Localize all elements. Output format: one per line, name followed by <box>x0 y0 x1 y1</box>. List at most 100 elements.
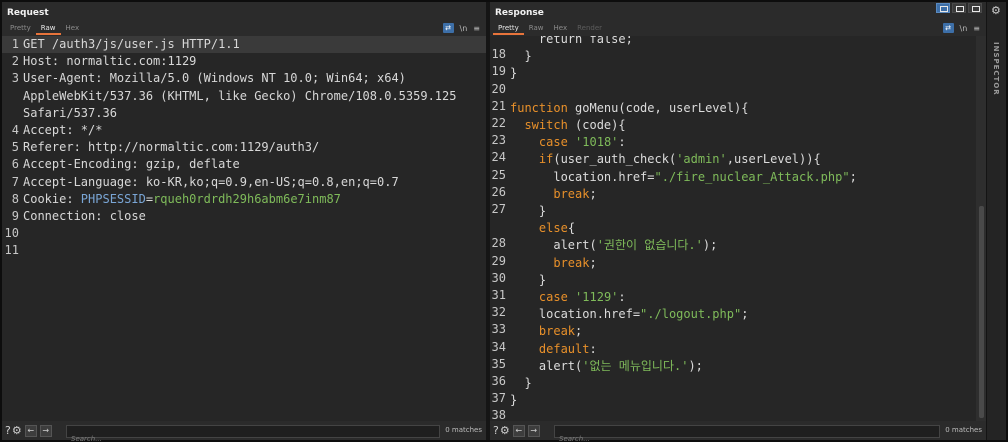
line-number: 19 <box>491 64 506 79</box>
request-line: 11 <box>2 242 486 259</box>
inspector-panel: ⚙ INSPECTOR <box>986 2 1006 440</box>
line-number: 32 <box>491 305 506 320</box>
line-number: 24 <box>491 150 506 165</box>
code-line: location.href="./logout.php"; <box>508 304 749 322</box>
code-string: '권한이 없습니다.' <box>596 238 703 253</box>
response-match-count: 0 matches <box>945 426 982 434</box>
line-number: 37 <box>491 391 506 406</box>
line-text: Safari/537.36 <box>23 105 117 120</box>
show-newlines-icon[interactable]: \n <box>960 23 968 34</box>
tab-hex[interactable]: Hex <box>61 23 85 35</box>
line-number: 33 <box>491 322 506 337</box>
tab-pretty[interactable]: Pretty <box>493 23 524 35</box>
code-text: ); <box>688 358 703 373</box>
tab-render[interactable]: Render <box>572 23 607 35</box>
code-text: ; <box>575 324 583 339</box>
layout-stacked-button[interactable] <box>952 3 966 13</box>
request-line: 10 <box>2 225 486 242</box>
response-scrollbar[interactable] <box>976 36 986 421</box>
inspector-settings-icon[interactable]: ⚙ <box>991 4 1001 17</box>
line-number <box>2 88 20 105</box>
code-text: } <box>510 272 547 287</box>
line-number: 27 <box>491 202 506 216</box>
code-line: } <box>508 63 517 80</box>
next-match-arrow-icon[interactable]: → <box>527 425 540 437</box>
cookie-value: rqueh0rdrdh29h6abm6e7inm87 <box>153 191 341 206</box>
code-text: ; <box>589 186 597 201</box>
response-search-input[interactable] <box>555 433 939 442</box>
line-number: 36 <box>491 374 506 388</box>
line-number: 3 <box>11 71 19 86</box>
prev-match-arrow-icon[interactable]: ← <box>24 425 37 437</box>
help-icon[interactable]: ? <box>5 424 11 438</box>
menu-icon[interactable]: ≡ <box>473 23 480 34</box>
next-match-arrow-icon[interactable]: → <box>39 425 52 437</box>
code-text: } <box>510 376 532 390</box>
response-line: 38 <box>490 407 974 421</box>
show-newlines-icon[interactable]: \n <box>460 23 468 34</box>
line-number <box>2 105 20 122</box>
line-text: Accept: */* <box>23 123 103 137</box>
response-line: 18 } <box>490 46 974 63</box>
code-keyword: break <box>553 186 590 201</box>
request-line: 5 Referer: http://normaltic.com:1129/auth… <box>2 139 486 156</box>
code-keyword: default <box>538 341 590 356</box>
response-line: 27 } <box>490 201 974 218</box>
inspector-label[interactable]: INSPECTOR <box>992 42 1000 96</box>
line-number: 2 <box>11 54 19 69</box>
wrap-lines-icon[interactable]: ⇄ <box>942 23 954 33</box>
code-line: location.href="./fire_nuclear_Attack.php… <box>508 167 856 184</box>
response-line: 21 function goMenu(code, userLevel){ <box>490 98 974 115</box>
line-text: Referer: http://normaltic.com:1129/auth3… <box>23 140 320 155</box>
settings-gear-icon[interactable]: ⚙ <box>500 424 510 438</box>
code-text: ; <box>741 307 749 322</box>
line-number: 38 <box>491 408 506 421</box>
response-scroll-thumb[interactable] <box>979 206 984 418</box>
code-keyword: break <box>553 255 590 270</box>
code-text: (user_auth_check( <box>553 152 677 167</box>
line-text <box>20 225 23 242</box>
line-number: 7 <box>11 174 19 189</box>
code-line: } <box>508 390 517 407</box>
code-string: '없는 메뉴입니다.' <box>582 358 689 373</box>
tab-raw[interactable]: Raw <box>35 23 61 35</box>
menu-icon[interactable]: ≡ <box>973 23 980 34</box>
response-line: 34 default: <box>490 339 974 356</box>
line-number: 8 <box>11 191 19 206</box>
request-search-input[interactable] <box>67 433 439 442</box>
line-text: Cookie: <box>23 191 81 206</box>
request-search-box <box>66 425 440 442</box>
tab-hex[interactable]: Hex <box>549 23 573 35</box>
response-editor[interactable]: 38 37} 36 } 35 alert('없는 메뉴입니다.'); 34 defaul… <box>490 36 986 421</box>
request-pane: Request Pretty Raw Hex ⇄ \n ≡ 1 GET /auth3/… <box>2 2 486 442</box>
layout-tabs-button[interactable] <box>968 3 982 13</box>
code-string: "./logout.php" <box>640 307 742 322</box>
line-number: 6 <box>11 157 19 172</box>
help-icon[interactable]: ? <box>493 424 499 438</box>
settings-gear-icon[interactable]: ⚙ <box>12 424 22 438</box>
tab-raw[interactable]: Raw <box>524 23 549 35</box>
line-text <box>20 242 23 259</box>
request-editor[interactable]: 1 GET /auth3/js/user.js HTTP/1.1 2 Host: no… <box>2 36 486 421</box>
line-number: 35 <box>491 356 506 371</box>
response-search-box <box>554 425 940 442</box>
code-line: function goMenu(code, userLevel){ <box>508 98 748 115</box>
prev-match-arrow-icon[interactable]: ← <box>512 425 525 437</box>
response-title: Response <box>495 8 544 18</box>
request-title: Request <box>7 8 49 18</box>
response-tools: ⇄ \n ≡ <box>942 22 980 34</box>
code-line: } <box>508 201 546 218</box>
response-line: 31 case '1129': <box>490 287 974 304</box>
wrap-lines-icon[interactable]: ⇄ <box>442 23 454 33</box>
code-line: alert('없는 메뉴입니다.'); <box>508 356 703 373</box>
line-number: 31 <box>491 288 506 302</box>
code-line: case '1129': <box>508 287 626 304</box>
code-keyword: case <box>538 135 568 150</box>
request-tabs: Pretty Raw Hex <box>5 23 84 35</box>
layout-side-by-side-button[interactable] <box>936 3 950 13</box>
tab-pretty[interactable]: Pretty <box>5 23 36 35</box>
